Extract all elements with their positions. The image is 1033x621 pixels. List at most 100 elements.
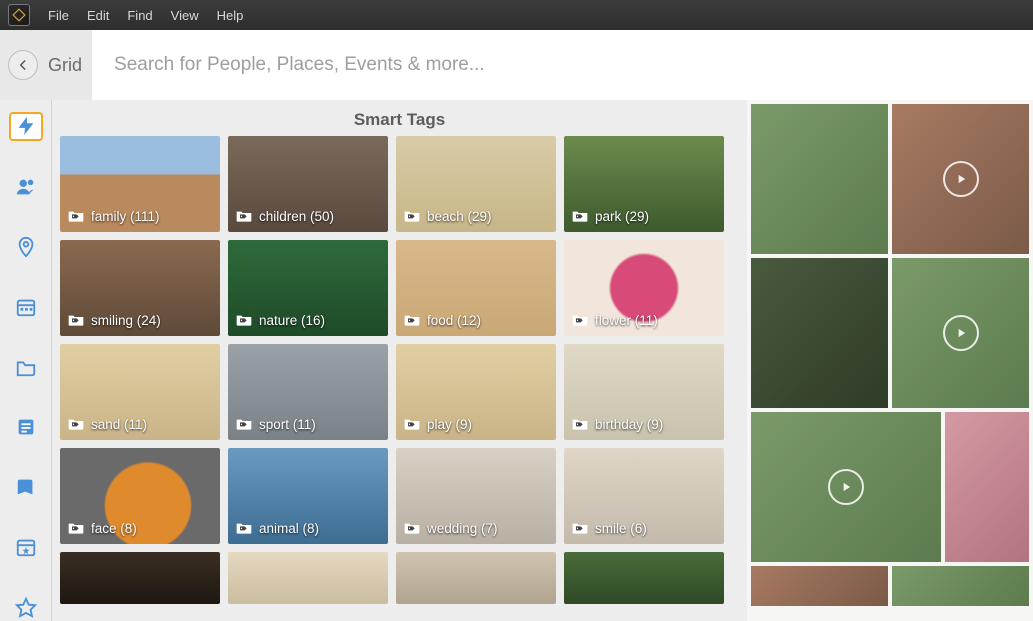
menu-find[interactable]: Find (127, 8, 152, 23)
tag-overlay: smile (6) (572, 520, 647, 537)
tag-overlay: play (9) (404, 416, 472, 433)
tag-folder-icon (572, 312, 588, 329)
main-area: Smart Tags family (111) children (50) beac… (0, 100, 1033, 621)
tag-overlay: wedding (7) (404, 520, 498, 537)
tag-card-children[interactable]: children (50) (228, 136, 388, 232)
play-icon (943, 315, 979, 351)
tag-grid: family (111) children (50) beach (29) park … (52, 136, 747, 612)
tag-overlay: food (12) (404, 312, 481, 329)
tag-label: park (29) (595, 209, 649, 224)
menu-view[interactable]: View (171, 8, 199, 23)
bg-tile[interactable] (945, 412, 1029, 562)
tag-card-family[interactable]: family (111) (60, 136, 220, 232)
sidebar-auto-icon[interactable] (9, 112, 43, 141)
tag-label: nature (16) (259, 313, 325, 328)
tag-label: smile (6) (595, 521, 647, 536)
bg-tile[interactable] (751, 104, 888, 254)
background-grid (747, 100, 1033, 621)
smart-tags-panel: Smart Tags family (111) children (50) beac… (52, 100, 747, 621)
bg-tile[interactable] (892, 258, 1029, 408)
panel-title: Smart Tags (52, 100, 747, 136)
tag-overlay: animal (8) (236, 520, 319, 537)
bg-tile[interactable] (892, 104, 1029, 254)
tag-overlay: family (111) (68, 208, 160, 225)
tag-folder-icon (236, 312, 252, 329)
sidebar-ratings-icon[interactable] (9, 593, 43, 621)
tag-card-smile[interactable]: smile (6) (564, 448, 724, 544)
tag-label: food (12) (427, 313, 481, 328)
sidebar-keywords-icon[interactable] (9, 413, 43, 441)
sidebar-events-icon[interactable] (9, 533, 43, 561)
tag-folder-icon (572, 208, 588, 225)
tag-label: children (50) (259, 209, 334, 224)
tag-card-animal[interactable]: animal (8) (228, 448, 388, 544)
search-input[interactable] (92, 30, 1033, 100)
tag-card-sand[interactable]: sand (11) (60, 344, 220, 440)
tag-folder-icon (404, 312, 420, 329)
tag-folder-icon (68, 416, 84, 433)
tag-folder-icon (404, 208, 420, 225)
search-row: Grid (0, 30, 1033, 100)
tag-card-beach[interactable]: beach (29) (396, 136, 556, 232)
tag-label: family (111) (91, 209, 160, 224)
play-icon (943, 161, 979, 197)
bg-tile[interactable] (892, 566, 1029, 606)
tag-overlay: nature (16) (236, 312, 325, 329)
menu-edit[interactable]: Edit (87, 8, 109, 23)
tag-thumbnail (564, 552, 724, 604)
tag-card-wedding[interactable]: wedding (7) (396, 448, 556, 544)
tag-card-partial[interactable] (228, 552, 388, 604)
bg-tile[interactable] (751, 258, 888, 408)
tag-overlay: smiling (24) (68, 312, 161, 329)
tag-card-park[interactable]: park (29) (564, 136, 724, 232)
tag-card-food[interactable]: food (12) (396, 240, 556, 336)
tag-folder-icon (572, 416, 588, 433)
tag-thumbnail (228, 552, 388, 604)
tag-folder-icon (68, 520, 84, 537)
tag-label: animal (8) (259, 521, 319, 536)
tag-overlay: face (8) (68, 520, 137, 537)
tag-thumbnail (396, 552, 556, 604)
sidebar-people-icon[interactable] (9, 173, 43, 201)
app-logo-icon (8, 4, 30, 26)
tag-folder-icon (404, 520, 420, 537)
tag-folder-icon (236, 208, 252, 225)
sidebar-folders-icon[interactable] (9, 353, 43, 381)
tag-folder-icon (68, 208, 84, 225)
tag-card-flower[interactable]: flower (11) (564, 240, 724, 336)
bg-tile[interactable] (751, 412, 941, 562)
sidebar-albums-icon[interactable] (9, 473, 43, 501)
menu-file[interactable]: File (48, 8, 69, 23)
tag-folder-icon (236, 520, 252, 537)
tag-label: face (8) (91, 521, 137, 536)
tag-folder-icon (404, 416, 420, 433)
tag-card-sport[interactable]: sport (11) (228, 344, 388, 440)
tag-overlay: park (29) (572, 208, 649, 225)
tag-overlay: birthday (9) (572, 416, 663, 433)
tag-card-birthday[interactable]: birthday (9) (564, 344, 724, 440)
tag-label: play (9) (427, 417, 472, 432)
tag-folder-icon (236, 416, 252, 433)
back-button[interactable] (8, 50, 38, 80)
tag-card-nature[interactable]: nature (16) (228, 240, 388, 336)
tag-card-smiling[interactable]: smiling (24) (60, 240, 220, 336)
tag-overlay: flower (11) (572, 312, 658, 329)
tag-label: wedding (7) (427, 521, 498, 536)
menu-help[interactable]: Help (217, 8, 244, 23)
tag-folder-icon (572, 520, 588, 537)
tag-overlay: beach (29) (404, 208, 492, 225)
view-mode-label: Grid (48, 55, 82, 76)
tag-card-partial[interactable] (60, 552, 220, 604)
sidebar-date-icon[interactable] (9, 293, 43, 321)
tag-label: sport (11) (259, 417, 316, 432)
tag-card-face[interactable]: face (8) (60, 448, 220, 544)
bg-tile[interactable] (751, 566, 888, 606)
tag-card-play[interactable]: play (9) (396, 344, 556, 440)
sidebar-places-icon[interactable] (9, 233, 43, 261)
menubar: File Edit Find View Help (0, 0, 1033, 30)
play-icon (828, 469, 864, 505)
tag-thumbnail (60, 552, 220, 604)
tag-card-partial[interactable] (564, 552, 724, 604)
tag-label: sand (11) (91, 417, 147, 432)
tag-card-partial[interactable] (396, 552, 556, 604)
